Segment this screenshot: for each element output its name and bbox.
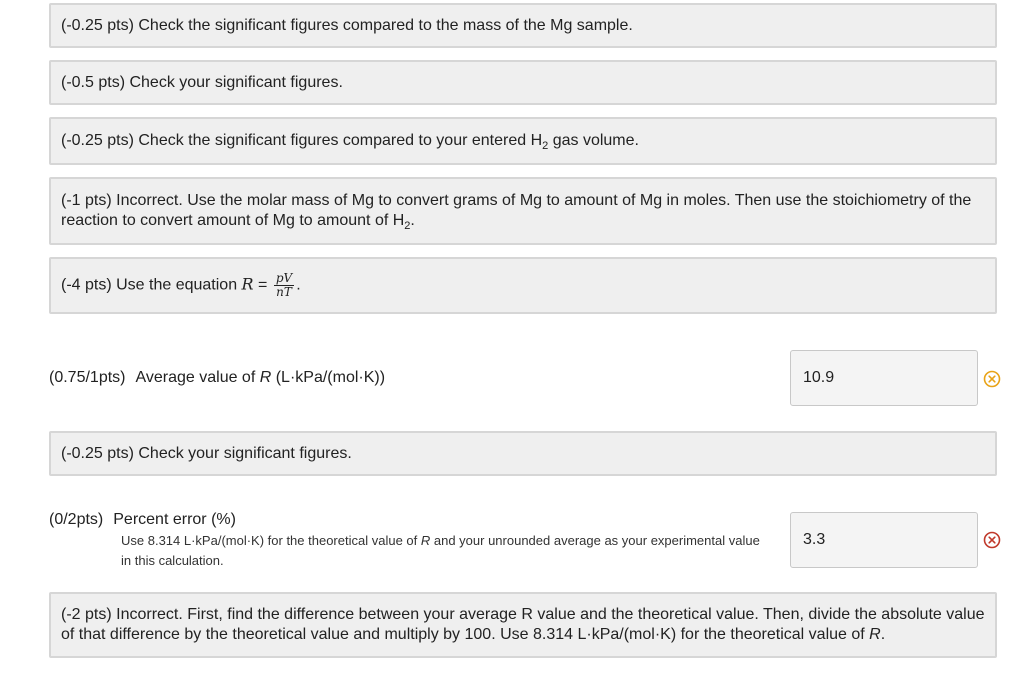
- feedback-box-molar-mass: (-1 pts) Incorrect. Use the molar mass o…: [49, 177, 997, 245]
- feedback-text: (-0.25 pts) Check the significant figure…: [61, 16, 633, 34]
- question-score: (0.75/1pts): [49, 369, 126, 386]
- feedback-box-equation: (-4 pts) Use the equation R = pV nT.: [49, 257, 997, 314]
- feedback-box-sigfigs: (-0.5 pts) Check your significant figure…: [49, 60, 997, 105]
- feedback-text: (-0.5 pts) Check your significant figure…: [61, 73, 343, 91]
- average-r-input[interactable]: 10.9: [790, 350, 978, 406]
- feedback-text: (-4 pts) Use the equation R = pV nT.: [61, 271, 301, 299]
- feedback-box-h2-volume-sigfigs: (-0.25 pts) Check the significant figure…: [49, 117, 997, 165]
- x-circle-icon: [983, 531, 1001, 549]
- question-label: Percent error (%): [113, 511, 236, 528]
- percent-error-input[interactable]: 3.3: [790, 512, 978, 568]
- feedback-text: (-2 pts) Incorrect. First, find the diff…: [61, 606, 985, 643]
- question-average-r: (0.75/1pts) Average value of R (L·kPa/(mo…: [49, 368, 385, 388]
- feedback-text: (-0.25 pts) Check the significant figure…: [61, 132, 639, 152]
- feedback-box-mg-mass-sigfigs: (-0.25 pts) Check the significant figure…: [49, 3, 997, 48]
- question-label: Average value of R (L·kPa/(mol·K)): [135, 369, 386, 386]
- feedback-box-percent-error: (-2 pts) Incorrect. First, find the diff…: [49, 592, 997, 658]
- question-score: (0/2pts): [49, 511, 104, 528]
- equation-fraction: pV nT: [273, 271, 295, 299]
- question-hint: Use 8.314 L·kPa/(mol·K) for the theoreti…: [121, 533, 760, 568]
- feedback-text: (-0.25 pts) Check your significant figur…: [61, 444, 352, 462]
- feedback-text: (-1 pts) Incorrect. Use the molar mass o…: [61, 192, 972, 232]
- equation-lhs: R: [241, 274, 254, 294]
- feedback-box-r-sigfigs: (-0.25 pts) Check your significant figur…: [49, 431, 997, 476]
- question-percent-error: (0/2pts) Percent error (%): [49, 510, 236, 530]
- x-circle-icon: [983, 370, 1001, 388]
